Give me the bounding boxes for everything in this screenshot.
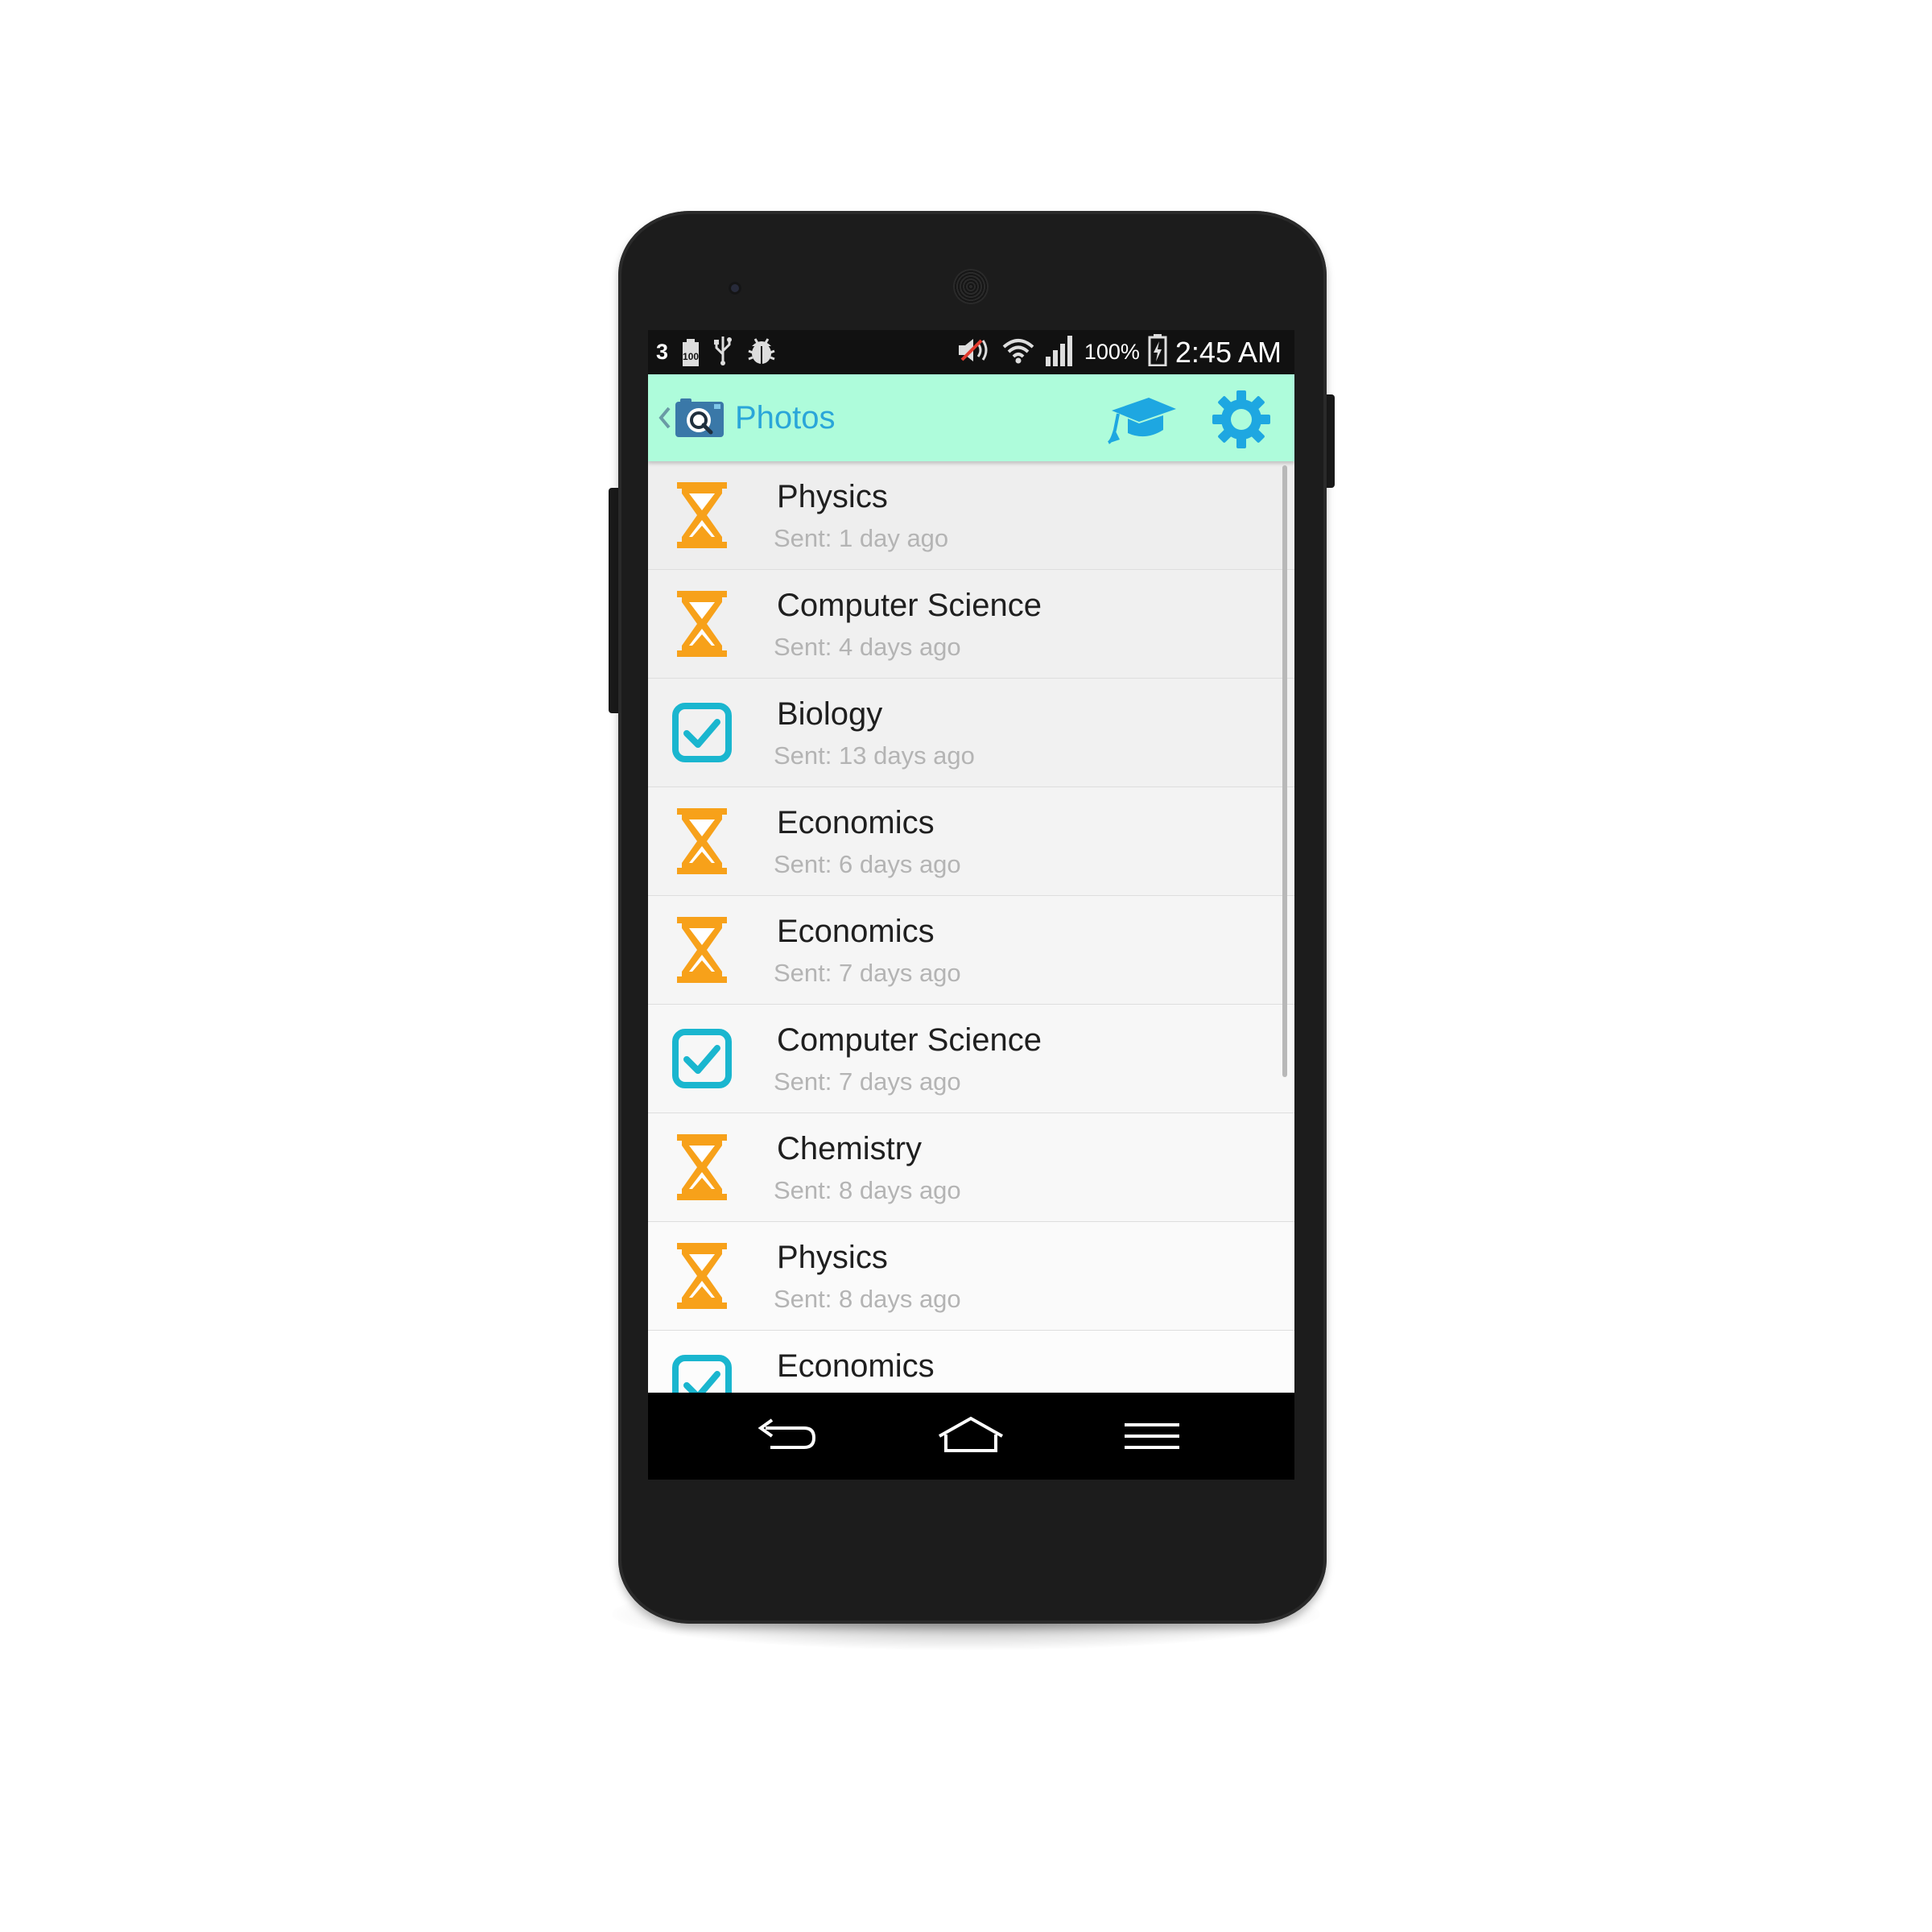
list-item[interactable]: Physics Sent: 8 days ago xyxy=(648,1222,1294,1331)
clock: 2:45 AM xyxy=(1174,335,1282,369)
battery-percent: 100% xyxy=(1084,340,1140,364)
hourglass-icon xyxy=(677,1243,727,1309)
item-title: Biology xyxy=(777,696,883,732)
item-subtitle: Sent: 4 days ago xyxy=(774,633,961,661)
back-caret-icon[interactable] xyxy=(654,403,674,432)
signal-icon xyxy=(1044,334,1076,370)
navigation-bar xyxy=(648,1393,1294,1480)
list-item[interactable]: Biology Sent: 13 days ago xyxy=(648,679,1294,788)
graduation-cap-icon[interactable] xyxy=(1107,394,1179,444)
list-item[interactable]: Economics Sent: 6 days ago xyxy=(648,787,1294,897)
submission-list: Physics Sent: 1 day ago Computer Science Se… xyxy=(648,461,1294,1440)
item-title: Computer Science xyxy=(777,588,1042,623)
notification-count: 3 xyxy=(656,340,669,364)
wifi-icon xyxy=(1001,336,1036,369)
back-icon[interactable] xyxy=(754,1417,819,1455)
item-subtitle: Sent: 8 days ago xyxy=(774,1285,961,1313)
item-subtitle: Sent: 13 days ago xyxy=(774,741,975,770)
list-item[interactable]: Computer Science Sent: 4 days ago xyxy=(648,570,1294,679)
item-title: Computer Science xyxy=(777,1022,1042,1058)
hourglass-icon xyxy=(677,591,727,657)
checkbox-checked-icon xyxy=(672,703,732,762)
item-subtitle: Sent: 7 days ago xyxy=(774,959,961,987)
list-item[interactable]: Physics Sent: 1 day ago xyxy=(648,461,1294,571)
page-title: Photos xyxy=(735,400,836,436)
item-title: Economics xyxy=(777,1348,935,1384)
hourglass-icon xyxy=(677,1134,727,1200)
volume-muted-icon xyxy=(957,336,993,369)
item-title: Economics xyxy=(777,914,935,949)
gear-icon[interactable] xyxy=(1212,390,1271,449)
battery-100-icon: 100 xyxy=(681,338,700,366)
action-bar: Photos xyxy=(648,374,1294,461)
battery-badge: 100 xyxy=(683,350,700,362)
menu-icon[interactable] xyxy=(1123,1420,1181,1452)
phone-screen: 3 100 100% 2:45 AM Photos Physics Sent: … xyxy=(648,330,1294,1480)
item-title: Chemistry xyxy=(777,1131,923,1166)
hourglass-icon xyxy=(677,482,727,548)
list-item[interactable]: Economics Sent: 7 days ago xyxy=(648,896,1294,1005)
hourglass-icon xyxy=(677,917,727,983)
item-subtitle: Sent: 6 days ago xyxy=(774,850,961,878)
item-subtitle: Sent: 7 days ago xyxy=(774,1067,961,1096)
scrollbar[interactable] xyxy=(1282,465,1287,1077)
battery-charging-icon xyxy=(1148,334,1167,370)
item-title: Physics xyxy=(777,1240,888,1275)
status-bar: 3 100 100% 2:45 AM xyxy=(648,330,1294,374)
item-subtitle: Sent: 8 days ago xyxy=(774,1176,961,1204)
hourglass-icon xyxy=(677,808,727,874)
home-icon[interactable] xyxy=(935,1415,1007,1457)
checkbox-checked-icon xyxy=(672,1029,732,1088)
list-item[interactable]: Chemistry Sent: 8 days ago xyxy=(648,1113,1294,1223)
item-title: Physics xyxy=(777,479,888,514)
list-item[interactable]: Computer Science Sent: 7 days ago xyxy=(648,1005,1294,1114)
item-subtitle: Sent: 1 day ago xyxy=(774,524,949,552)
debug-bug-icon xyxy=(745,335,778,369)
usb-icon xyxy=(713,335,733,369)
item-title: Economics xyxy=(777,805,935,840)
earpiece-speaker xyxy=(953,269,989,304)
front-camera xyxy=(729,282,741,295)
camera-search-icon[interactable] xyxy=(674,397,725,439)
